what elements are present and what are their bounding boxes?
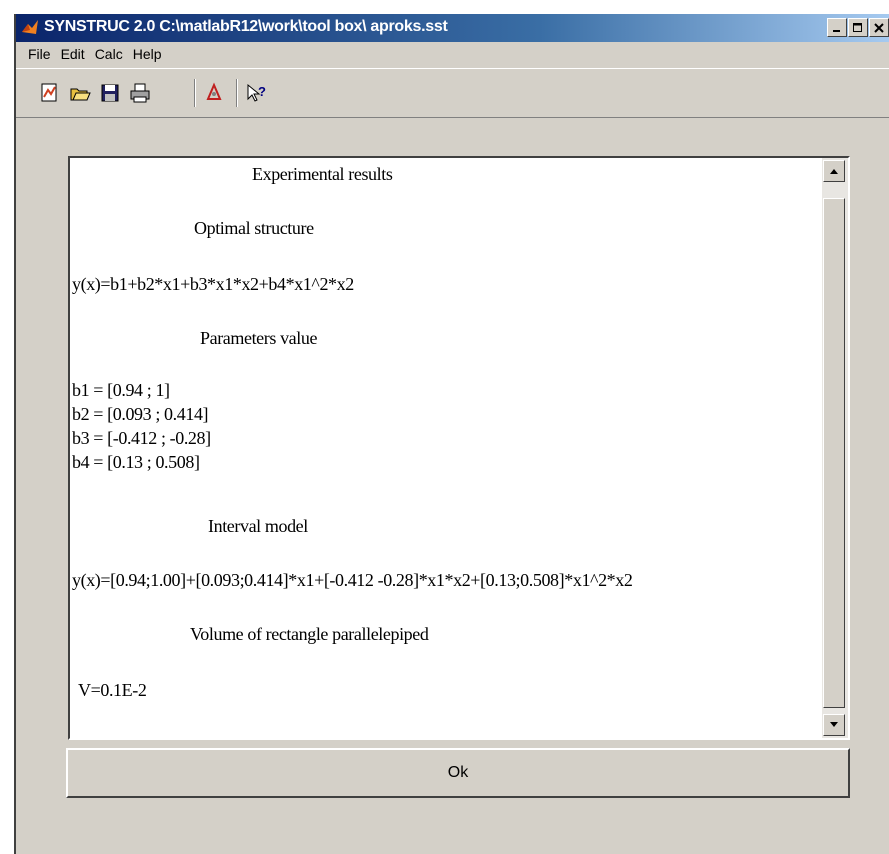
vertical-scrollbar[interactable]	[822, 158, 848, 738]
arrow-down-icon	[830, 722, 838, 727]
scroll-down-button[interactable]	[823, 714, 845, 736]
results-content: Experimental results Optimal structure y…	[70, 158, 822, 738]
parameter-b4: b4 = [0.13 ; 0.508]	[72, 452, 200, 472]
svg-text:?: ?	[258, 84, 266, 99]
open-button[interactable]	[68, 81, 92, 105]
toolbar-file-group	[38, 79, 152, 107]
parameter-b1: b1 = [0.94 ; 1]	[72, 380, 170, 400]
window-controls	[827, 18, 889, 37]
help-cursor-icon: ?	[247, 83, 266, 102]
app-window: SYNSTRUC 2.0 C:\matlabR12\work\tool box\…	[14, 14, 889, 854]
interval-model-heading: Interval model	[208, 516, 308, 536]
close-icon	[874, 22, 884, 33]
arrow-up-icon	[830, 169, 838, 174]
tool-button[interactable]	[202, 81, 226, 105]
parameter-b2: b2 = [0.093 ; 0.414]	[72, 404, 209, 424]
new-figure-button[interactable]	[38, 81, 62, 105]
volume-value: V=0.1E-2	[78, 680, 147, 700]
results-heading: Experimental results	[252, 164, 393, 184]
optimal-structure-heading: Optimal structure	[194, 218, 314, 238]
scroll-up-button[interactable]	[823, 160, 845, 182]
context-help-button[interactable]: ?	[244, 81, 268, 105]
menu-file[interactable]: File	[28, 46, 51, 62]
minimize-button[interactable]	[827, 18, 847, 37]
menu-calc[interactable]: Calc	[95, 46, 123, 62]
parameters-heading: Parameters value	[200, 328, 318, 348]
window-title: SYNSTRUC 2.0 C:\matlabR12\work\tool box\…	[44, 18, 448, 35]
toolbar-help-group: ?	[244, 79, 268, 107]
results-text-area[interactable]: Experimental results Optimal structure y…	[68, 156, 850, 740]
scroll-thumb[interactable]	[823, 198, 845, 708]
print-button[interactable]	[128, 81, 152, 105]
interval-model-formula: y(x)=[0.94;1.00]+[0.093;0.414]*x1+[-0.41…	[72, 570, 633, 590]
toolbar-separator	[194, 79, 196, 107]
menu-bar: File Edit Calc Help	[16, 42, 889, 66]
save-icon	[101, 84, 119, 102]
menu-edit[interactable]: Edit	[61, 46, 85, 62]
close-button[interactable]	[869, 18, 889, 37]
maximize-icon	[853, 22, 862, 32]
menu-help[interactable]: Help	[133, 46, 162, 62]
open-folder-icon	[70, 88, 91, 101]
ok-button[interactable]: Ok	[66, 748, 850, 798]
parameter-b3: b3 = [-0.412 ; -0.28]	[72, 428, 211, 448]
toolbar-tool-group	[202, 79, 226, 107]
toolbar-separator	[236, 79, 238, 107]
tool-icon	[206, 82, 222, 100]
matlab-logo-icon	[22, 20, 38, 34]
save-button[interactable]	[98, 81, 122, 105]
structure-formula: y(x)=b1+b2*x1+b3*x1*x2+b4*x1^2*x2	[72, 274, 354, 294]
title-bar[interactable]: SYNSTRUC 2.0 C:\matlabR12\work\tool box\…	[16, 14, 889, 42]
minimize-icon	[833, 29, 840, 32]
volume-heading: Volume of rectangle parallelepiped	[190, 624, 429, 644]
toolbar: ?	[16, 68, 889, 118]
new-figure-icon	[41, 83, 57, 102]
print-icon	[130, 83, 150, 103]
maximize-button[interactable]	[848, 18, 868, 37]
